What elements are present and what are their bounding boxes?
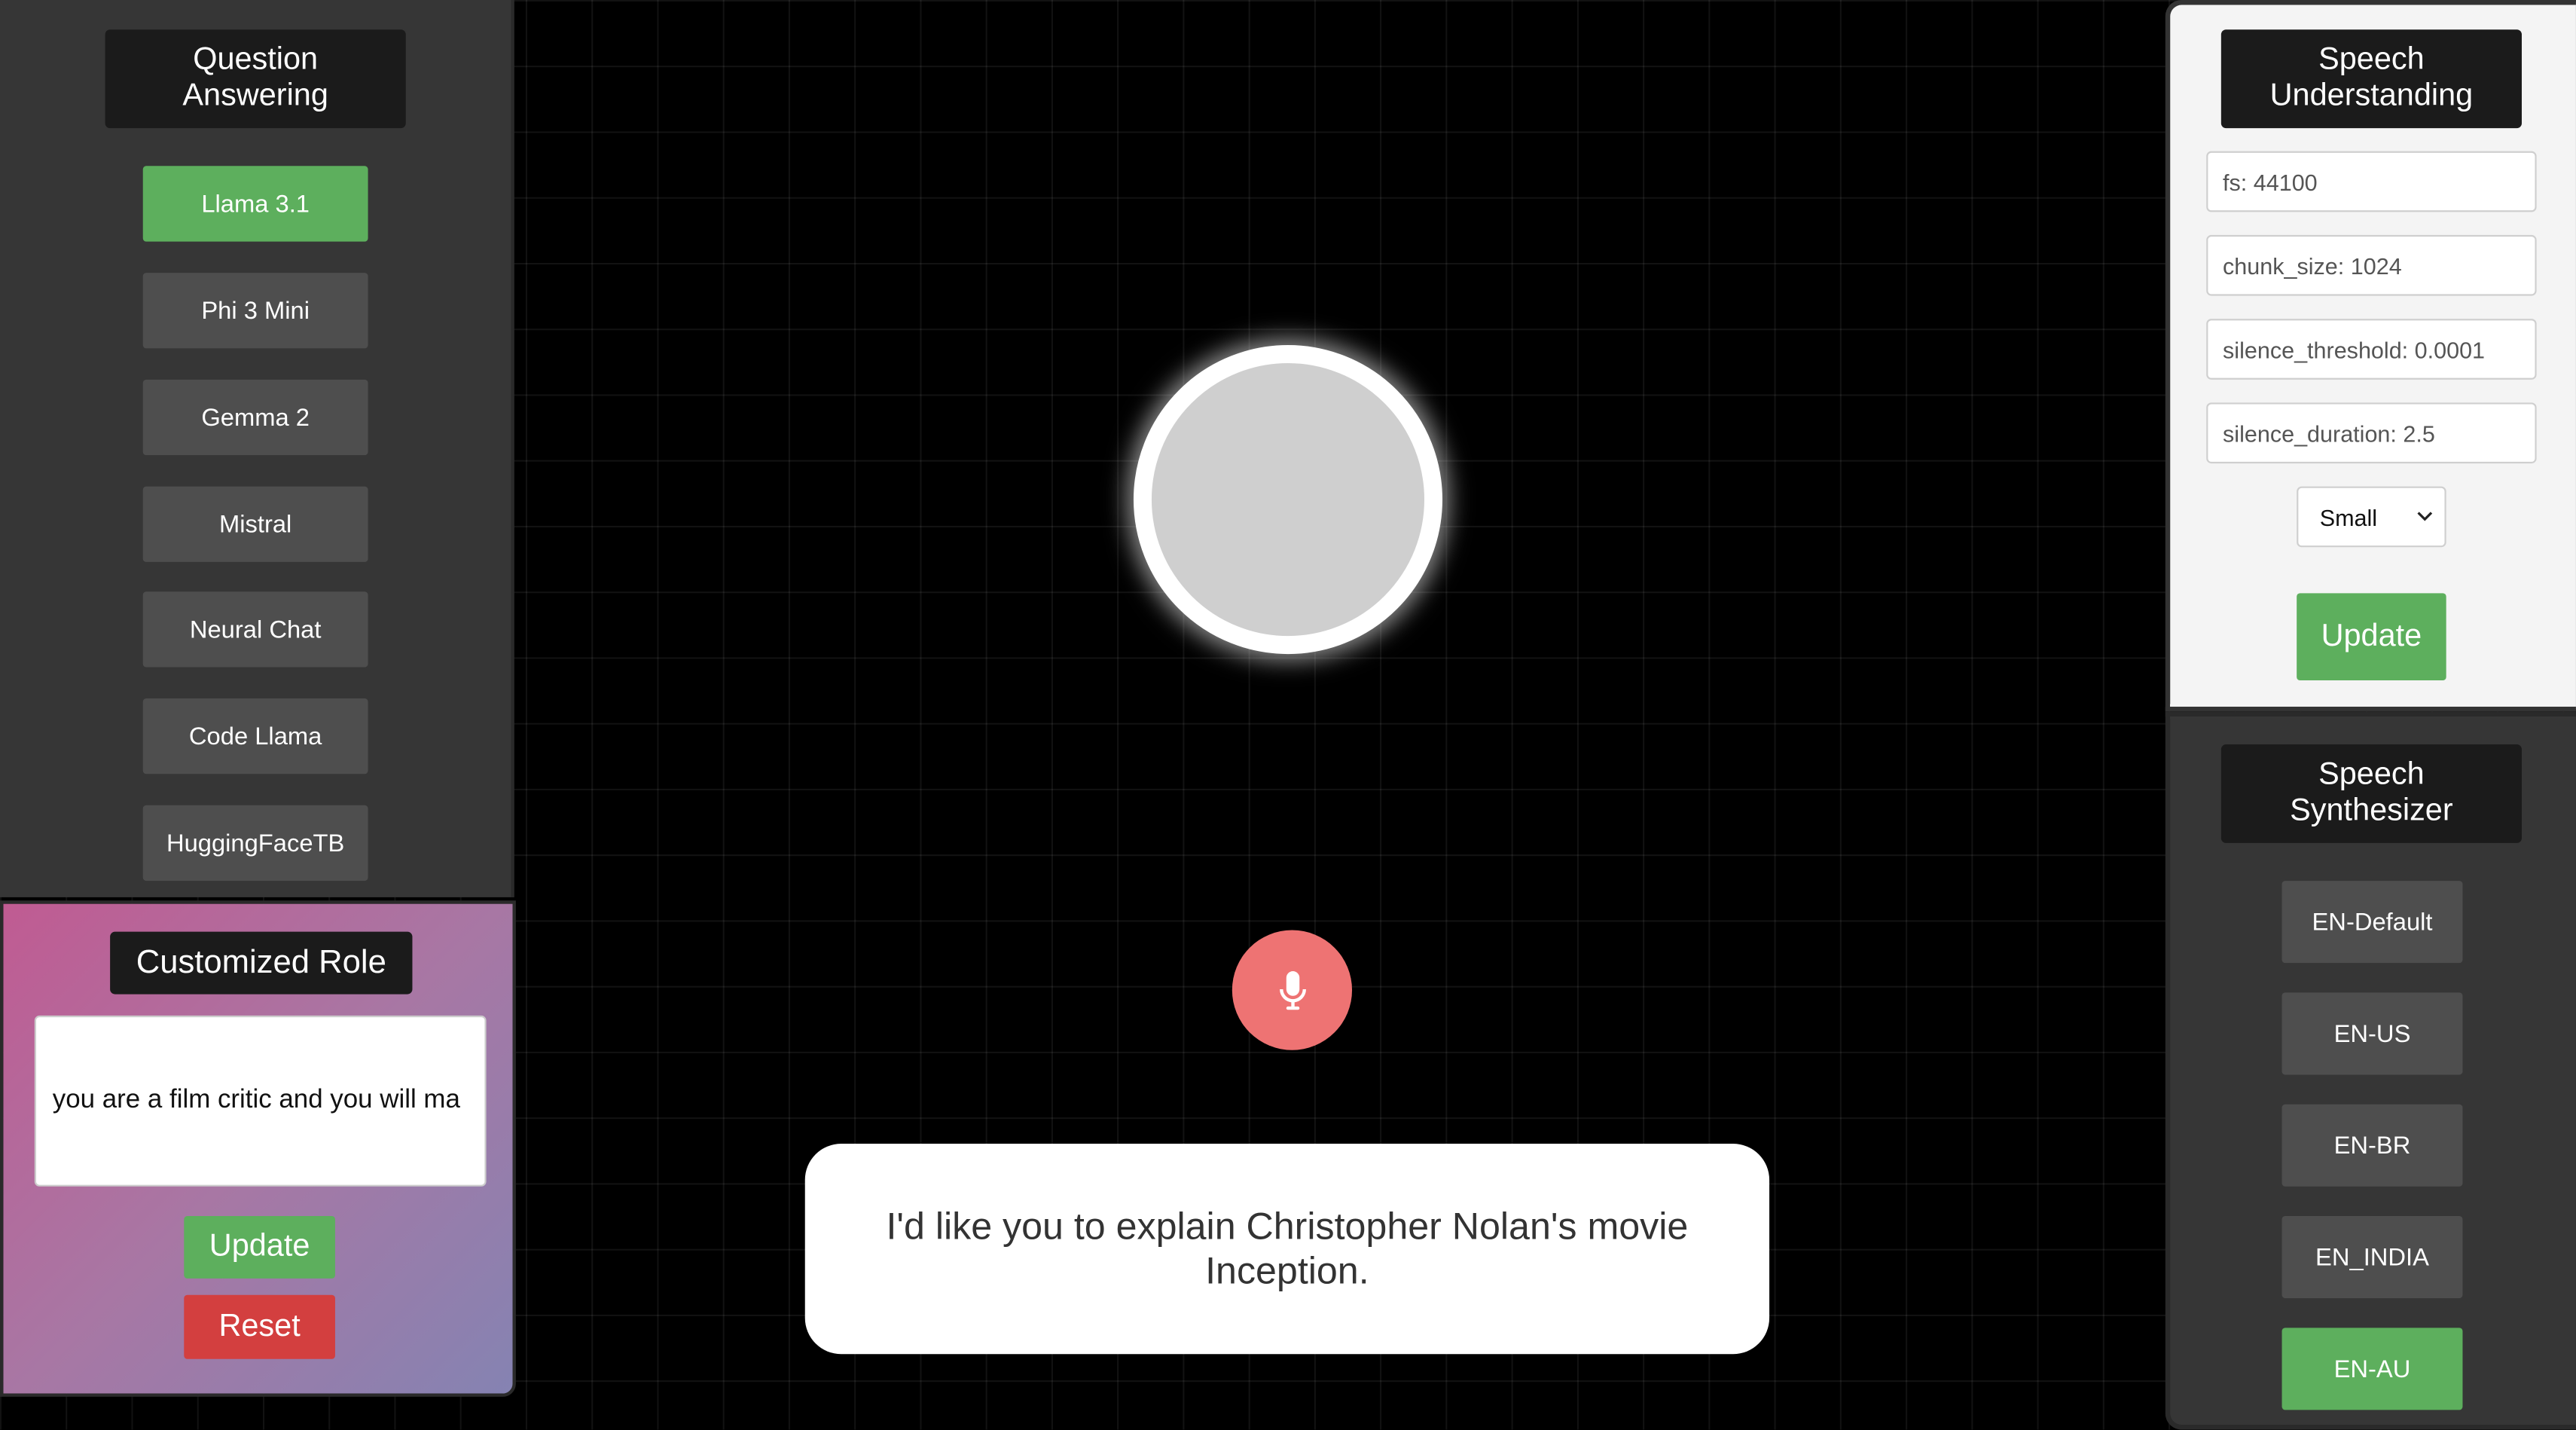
customized-role-title: Customized Role: [110, 931, 413, 995]
question-answering-panel: Question Answering Llama 3.1 Phi 3 Mini …: [0, 0, 514, 897]
silence-duration-field[interactable]: [2206, 402, 2537, 464]
speech-understanding-update-button[interactable]: Update: [2297, 593, 2446, 680]
role-reset-button[interactable]: Reset: [184, 1294, 335, 1359]
voice-button-en-default[interactable]: EN-Default: [2281, 881, 2463, 964]
voice-button-en-br[interactable]: EN-BR: [2281, 1104, 2463, 1187]
speech-synthesizer-title: Speech Synthesizer: [2220, 744, 2522, 843]
chunk-size-field[interactable]: [2206, 234, 2537, 296]
transcript-box: I'd like you to explain Christopher Nola…: [804, 1144, 1770, 1355]
voice-button-en-us[interactable]: EN-US: [2281, 992, 2463, 1075]
voice-button-en-au[interactable]: EN-AU: [2281, 1328, 2463, 1410]
transcript-text: I'd like you to explain Christopher Nola…: [886, 1204, 1689, 1292]
model-size-value: Small: [2319, 503, 2378, 530]
fs-field[interactable]: [2206, 151, 2537, 212]
role-prompt-input[interactable]: [34, 1015, 487, 1187]
app-canvas: Question Answering Llama 3.1 Phi 3 Mini …: [0, 0, 2576, 1430]
silence-threshold-field[interactable]: [2206, 319, 2537, 380]
model-button-mistral[interactable]: Mistral: [142, 486, 368, 562]
model-button-code-llama[interactable]: Code Llama: [142, 698, 368, 775]
voice-activity-orb: [1133, 345, 1443, 655]
speech-synthesizer-panel: Speech Synthesizer EN-Default EN-US EN-B…: [2165, 711, 2576, 1430]
model-button-huggingfacetb[interactable]: HuggingFaceTB: [142, 805, 368, 882]
speech-understanding-title: Speech Understanding: [2220, 29, 2522, 129]
role-update-button[interactable]: Update: [184, 1216, 335, 1279]
model-button-gemma-2[interactable]: Gemma 2: [142, 379, 368, 456]
model-button-phi-3-mini[interactable]: Phi 3 Mini: [142, 273, 368, 349]
speech-understanding-panel: Speech Understanding Small Update: [2165, 0, 2576, 712]
voice-button-en-india[interactable]: EN_INDIA: [2281, 1216, 2463, 1299]
customized-role-panel: Customized Role Update Reset: [0, 900, 516, 1397]
question-answering-title: Question Answering: [105, 29, 406, 129]
model-size-select[interactable]: Small: [2297, 486, 2446, 548]
chevron-down-icon: [2417, 512, 2433, 521]
microphone-icon: [1278, 970, 1305, 1010]
model-button-llama-3-1[interactable]: Llama 3.1: [142, 166, 368, 242]
microphone-button[interactable]: [1232, 930, 1353, 1050]
model-button-neural-chat[interactable]: Neural Chat: [142, 591, 368, 668]
